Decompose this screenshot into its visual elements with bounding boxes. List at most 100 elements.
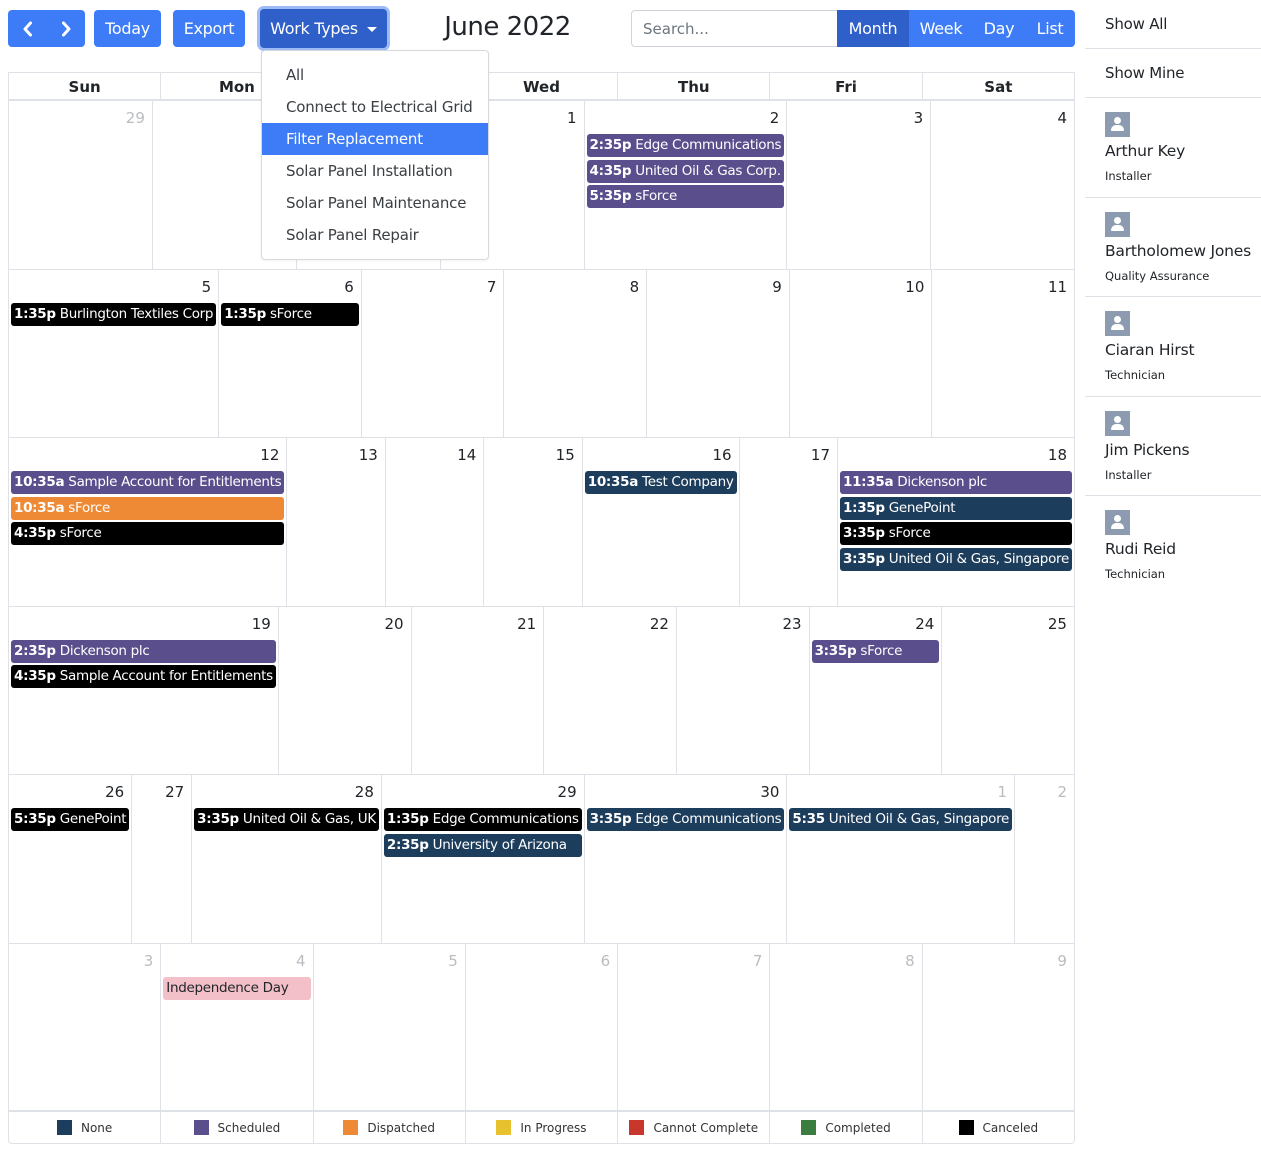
- menu-item-solar-panel-repair[interactable]: Solar Panel Repair: [262, 219, 488, 251]
- day-number[interactable]: 11: [934, 272, 1072, 303]
- day-number[interactable]: 7: [620, 946, 767, 977]
- menu-item-all[interactable]: All: [262, 59, 488, 91]
- day-number[interactable]: 20: [281, 609, 409, 640]
- day-cell[interactable]: 4: [930, 101, 1074, 269]
- day-number[interactable]: 8: [772, 946, 919, 977]
- calendar-event[interactable]: 3:35p United Oil & Gas, Singapore: [840, 547, 1072, 571]
- day-cell[interactable]: 30 3:35p Edge Communications: [583, 775, 787, 943]
- day-cell[interactable]: 3: [786, 101, 930, 269]
- day-number[interactable]: 24: [812, 609, 940, 640]
- day-number[interactable]: 23: [679, 609, 807, 640]
- next-month-button[interactable]: [47, 10, 85, 47]
- day-cell[interactable]: 17: [738, 438, 837, 606]
- calendar-event[interactable]: 1:35p sForce: [221, 302, 359, 326]
- day-number[interactable]: 29: [384, 777, 582, 808]
- day-cell[interactable]: 5: [312, 943, 465, 1111]
- day-number[interactable]: 4: [163, 946, 310, 977]
- calendar-event[interactable]: 2:35p University of Arizona: [383, 833, 582, 857]
- day-cell[interactable]: 1 5:35 United Oil & Gas, Singapore: [786, 775, 1014, 943]
- day-cell[interactable]: 3: [9, 944, 160, 1112]
- day-number[interactable]: 25: [944, 609, 1072, 640]
- day-number[interactable]: 29: [11, 103, 150, 134]
- day-cell[interactable]: 10: [788, 269, 932, 437]
- calendar-event[interactable]: 2:35p Edge Communications: [586, 134, 785, 157]
- day-number[interactable]: 15: [486, 440, 579, 471]
- day-number[interactable]: 5: [316, 946, 463, 977]
- resource-item[interactable]: Jim Pickens Installer: [1085, 397, 1261, 496]
- day-cell[interactable]: 2: [1014, 775, 1074, 943]
- calendar-event[interactable]: 1:35p Edge Communications: [383, 808, 582, 831]
- day-number[interactable]: 13: [289, 440, 382, 471]
- day-cell[interactable]: 6 1:35p sForce: [218, 269, 361, 437]
- calendar-event[interactable]: 5:35 United Oil & Gas, Singapore: [789, 808, 1013, 831]
- calendar-event[interactable]: 4:35p sForce: [11, 522, 285, 545]
- calendar-event[interactable]: 3:35p United Oil & Gas, UK: [194, 808, 379, 831]
- calendar-event[interactable]: 3:35p sForce: [811, 639, 940, 663]
- calendar-event[interactable]: 5:35p sForce: [586, 185, 785, 208]
- calendar-event[interactable]: 11:35a Dickenson plc: [840, 471, 1072, 494]
- calendar-event[interactable]: 10:35a Test Company: [584, 471, 737, 494]
- menu-item-filter-replacement[interactable]: Filter Replacement: [262, 123, 488, 155]
- day-number[interactable]: 22: [546, 609, 674, 640]
- day-number[interactable]: 12: [11, 440, 284, 471]
- day-cell[interactable]: 19 2:35p Dickenson plc 4:35p Sample Accoun…: [9, 607, 278, 775]
- day-cell[interactable]: 15: [483, 438, 581, 606]
- day-cell[interactable]: 20: [277, 606, 411, 774]
- view-list-button[interactable]: List: [1025, 10, 1075, 47]
- export-button[interactable]: Export: [173, 10, 245, 47]
- day-number[interactable]: 19: [11, 609, 276, 640]
- day-cell[interactable]: 2 2:35p Edge Communications 4:35p United O…: [583, 101, 787, 269]
- day-cell[interactable]: 12 10:35a Sample Account for Entitlements…: [9, 438, 286, 606]
- calendar-event[interactable]: 4:35p United Oil & Gas Corp.: [586, 159, 785, 183]
- day-number[interactable]: 6: [468, 946, 615, 977]
- day-number[interactable]: 8: [506, 272, 644, 303]
- day-cell[interactable]: 9: [646, 269, 789, 437]
- day-cell[interactable]: 6: [464, 943, 617, 1111]
- day-cell[interactable]: 5 1:35p Burlington Textiles Corp: [9, 270, 218, 438]
- prev-month-button[interactable]: [9, 10, 47, 47]
- day-cell[interactable]: 26 5:35p GenePoint: [9, 775, 131, 943]
- day-number[interactable]: 5: [11, 272, 216, 303]
- day-number[interactable]: 27: [134, 777, 189, 808]
- day-number[interactable]: 2: [1017, 777, 1072, 808]
- day-cell[interactable]: 9: [921, 943, 1074, 1111]
- day-number[interactable]: 17: [742, 440, 835, 471]
- day-cell[interactable]: 7: [360, 269, 504, 437]
- day-number[interactable]: 1: [789, 777, 1012, 808]
- day-number[interactable]: 10: [792, 272, 930, 303]
- resource-item[interactable]: Arthur Key Installer: [1085, 98, 1261, 198]
- day-number[interactable]: 9: [925, 946, 1072, 977]
- menu-item-solar-panel-maintenance[interactable]: Solar Panel Maintenance: [262, 187, 488, 219]
- calendar-event[interactable]: 5:35p GenePoint: [11, 808, 130, 831]
- day-number[interactable]: 3: [789, 103, 928, 134]
- view-day-button[interactable]: Day: [973, 10, 1025, 47]
- menu-item-connect-to-electrical-grid[interactable]: Connect to Electrical Grid: [262, 91, 488, 123]
- day-cell[interactable]: 8: [769, 943, 921, 1111]
- day-number[interactable]: 16: [585, 440, 737, 471]
- calendar-event[interactable]: 4:35p Sample Account for Entitlements: [11, 665, 276, 688]
- holiday-event[interactable]: Independence Day: [163, 976, 311, 1000]
- day-number[interactable]: 6: [221, 272, 359, 303]
- day-cell[interactable]: 24 3:35p sForce: [808, 606, 942, 774]
- calendar-event[interactable]: 2:35p Dickenson plc: [11, 639, 276, 663]
- day-cell[interactable]: 13: [286, 438, 384, 606]
- view-month-button[interactable]: Month: [837, 10, 909, 47]
- day-cell[interactable]: 4 Independence Day: [160, 943, 312, 1111]
- day-cell[interactable]: 25: [941, 606, 1074, 774]
- day-number[interactable]: 26: [11, 777, 129, 808]
- day-cell[interactable]: 23: [675, 606, 809, 774]
- day-number[interactable]: 9: [649, 272, 787, 303]
- day-number[interactable]: 21: [414, 609, 542, 640]
- day-cell[interactable]: 16 10:35a Test Company: [581, 438, 739, 606]
- calendar-event[interactable]: 1:35p Burlington Textiles Corp: [11, 302, 217, 326]
- calendar-event[interactable]: 1:35p GenePoint: [840, 496, 1072, 520]
- day-cell[interactable]: 8: [503, 269, 646, 437]
- resource-item[interactable]: Bartholomew Jones Quality Assurance: [1085, 198, 1261, 297]
- view-week-button[interactable]: Week: [909, 10, 973, 47]
- day-number[interactable]: 4: [933, 103, 1072, 134]
- day-number[interactable]: 14: [388, 440, 481, 471]
- day-number[interactable]: 7: [364, 272, 502, 303]
- day-cell[interactable]: 14: [384, 438, 483, 606]
- day-cell[interactable]: 7: [617, 943, 769, 1111]
- calendar-event[interactable]: 3:35p sForce: [840, 522, 1072, 545]
